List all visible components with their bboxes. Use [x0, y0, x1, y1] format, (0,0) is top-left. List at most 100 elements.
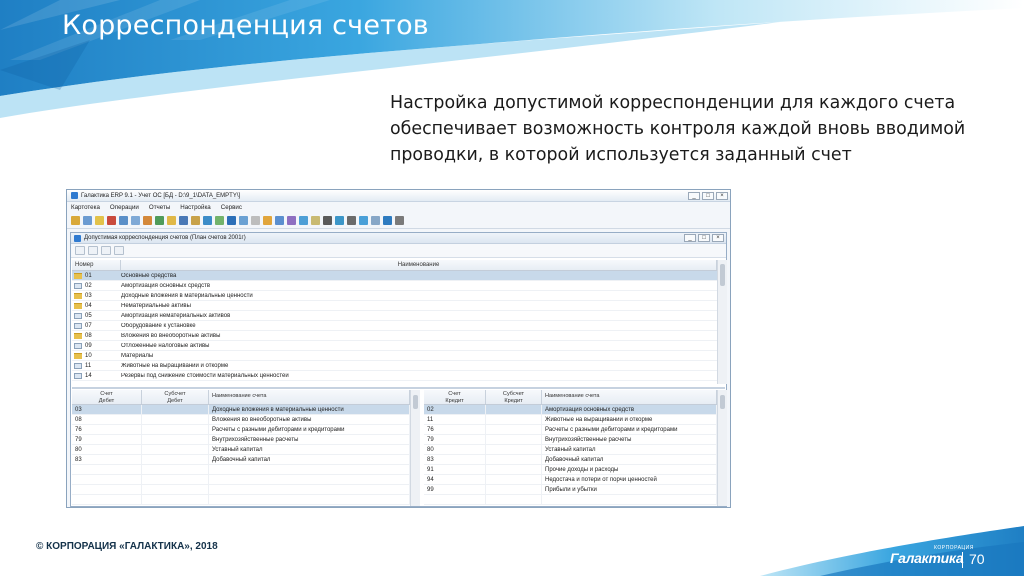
table-row[interactable]: 79 Внутрихозяйственные расчеты: [72, 434, 410, 445]
export-icon[interactable]: [215, 216, 224, 225]
open-folder-icon[interactable]: [71, 216, 80, 225]
table-row[interactable]: 08 Вложения во внеоборотные активы: [72, 331, 717, 341]
galaktika-logo: КОРПОРАЦИЯ Галактика: [884, 545, 973, 570]
table-row[interactable]: 08 Вложения во внеоборотные активы: [72, 414, 410, 425]
tools-icon[interactable]: [287, 216, 296, 225]
star-icon[interactable]: [263, 216, 272, 225]
debit-scroll-thumb[interactable]: [413, 395, 418, 409]
document-icon[interactable]: [83, 216, 92, 225]
table-row[interactable]: 09 Отложенные налоговые активы: [72, 341, 717, 351]
column-name[interactable]: Наименование: [121, 260, 717, 270]
help-icon[interactable]: [359, 216, 368, 225]
table-row[interactable]: 79 Внутрихозяйственные расчеты: [424, 434, 717, 445]
print-icon[interactable]: [323, 216, 332, 225]
copy-all-icon[interactable]: [101, 246, 111, 255]
key-icon[interactable]: [251, 216, 260, 225]
arrow-down-icon[interactable]: [227, 216, 236, 225]
maximize-button[interactable]: □: [702, 191, 714, 200]
globe-icon[interactable]: [383, 216, 392, 225]
refresh-icon[interactable]: [275, 216, 284, 225]
accounts-grid: Номер Наименование 01 Основные средства 02…: [72, 260, 727, 384]
document-icon: [74, 362, 82, 369]
folder-icon: [74, 272, 82, 279]
notes-icon[interactable]: [191, 216, 200, 225]
table-row[interactable]: 11 Животные на выращивании и откорме: [72, 361, 717, 371]
child-close-button[interactable]: ×: [712, 234, 724, 242]
arrow-up-icon[interactable]: [239, 216, 248, 225]
delete-icon[interactable]: [107, 216, 116, 225]
info-icon[interactable]: [371, 216, 380, 225]
child-maximize-button[interactable]: □: [698, 234, 710, 242]
table-row[interactable]: 76 Расчеты с разными дебиторами и кредито…: [72, 424, 410, 435]
report-icon[interactable]: [143, 216, 152, 225]
debit-scrollbar[interactable]: [410, 390, 420, 506]
credit-scrollbar[interactable]: [717, 390, 727, 506]
grid-splitter[interactable]: [72, 387, 725, 389]
filter-icon[interactable]: [95, 216, 104, 225]
table-row[interactable]: 80 Уставный капитал: [424, 444, 717, 455]
table-row: [72, 464, 410, 475]
account-number: 14: [85, 372, 92, 379]
menu-kartoteka[interactable]: Картотека: [71, 204, 100, 211]
column-credit-subaccount[interactable]: Субсчет Кредит: [486, 390, 542, 404]
table-row[interactable]: 76 Расчеты с разными дебиторами и кредито…: [424, 424, 717, 435]
account-name-cell: [209, 464, 410, 475]
lock-icon[interactable]: [347, 216, 356, 225]
account-name-cell: Внутрихозяйственные расчеты: [542, 434, 717, 445]
table-row[interactable]: 01 Основные средства: [72, 271, 717, 281]
accounts-scrollbar[interactable]: [717, 260, 727, 384]
column-debit-subaccount[interactable]: Субсчет Дебет: [142, 390, 209, 404]
copy-icon[interactable]: [88, 246, 98, 255]
table-row[interactable]: 03 Доходные вложения в материальные ценно…: [72, 404, 410, 415]
table-row[interactable]: 03 Доходные вложения в материальные ценно…: [72, 291, 717, 301]
account-name-cell: Добавочный капитал: [542, 454, 717, 465]
subaccount-cell: [142, 474, 209, 485]
table-row[interactable]: 83 Добавочный капитал: [72, 454, 410, 465]
table-row[interactable]: 02 Амортизация основных средств: [72, 281, 717, 291]
subaccount-cell: [142, 414, 209, 425]
window-icon[interactable]: [299, 216, 308, 225]
account-name-cell: Уставный капитал: [209, 444, 410, 455]
child-minimize-button[interactable]: _: [684, 234, 696, 242]
chart-icon[interactable]: [203, 216, 212, 225]
table-row[interactable]: 14 Резервы под снижение стоимости материа…: [72, 371, 717, 381]
exit-icon[interactable]: [395, 216, 404, 225]
table-row[interactable]: 10 Материалы: [72, 351, 717, 361]
table-row[interactable]: 02 Амортизация основных средств: [424, 404, 717, 415]
table-row[interactable]: 11 Животные на выращивании и откорме: [424, 414, 717, 425]
table-row[interactable]: 94 Недостача и потери от порчи ценностей: [424, 474, 717, 485]
menu-reports[interactable]: Отчеты: [149, 204, 170, 211]
column-debit-account[interactable]: Счет Дебет: [72, 390, 142, 404]
list-icon[interactable]: [179, 216, 188, 225]
print-icon[interactable]: [114, 246, 124, 255]
document-icon: [74, 342, 82, 349]
table-row[interactable]: 05 Амортизация нематериальных активов: [72, 311, 717, 321]
column-debit-name[interactable]: Наименование счета: [209, 390, 410, 404]
table-row[interactable]: 80 Уставный капитал: [72, 444, 410, 455]
account-name-cell: Расчеты с разными дебиторами и кредитора…: [542, 424, 717, 435]
edit-icon[interactable]: [75, 246, 85, 255]
grid-icon[interactable]: [131, 216, 140, 225]
close-button[interactable]: ×: [716, 191, 728, 200]
menu-service[interactable]: Сервис: [221, 204, 242, 211]
mail-icon[interactable]: [335, 216, 344, 225]
menu-operations[interactable]: Операции: [110, 204, 139, 211]
column-credit-account[interactable]: Счет Кредит: [424, 390, 486, 404]
menu-settings[interactable]: Настройка: [180, 204, 210, 211]
minimize-button[interactable]: _: [688, 191, 700, 200]
column-credit-name[interactable]: Наименование счета: [542, 390, 717, 404]
table-row[interactable]: 83 Добавочный капитал: [424, 454, 717, 465]
calc-icon[interactable]: [155, 216, 164, 225]
table-row[interactable]: 04 Нематериальные активы: [72, 301, 717, 311]
table-row[interactable]: 99 Прибыли и убытки: [424, 484, 717, 495]
page-divider: [962, 552, 963, 568]
table-icon[interactable]: [119, 216, 128, 225]
column-number[interactable]: Номер: [72, 260, 121, 270]
app-titlebar: Галактика ERP 9.1 - Учет ОС [БД - D:\9_1…: [67, 190, 730, 202]
folder-icon[interactable]: [167, 216, 176, 225]
table-row[interactable]: 91 Прочие доходы и расходы: [424, 464, 717, 475]
accounts-scroll-thumb[interactable]: [720, 264, 725, 286]
calendar-icon[interactable]: [311, 216, 320, 225]
table-row[interactable]: 07 Оборудование к установке: [72, 321, 717, 331]
credit-scroll-thumb[interactable]: [720, 395, 725, 409]
